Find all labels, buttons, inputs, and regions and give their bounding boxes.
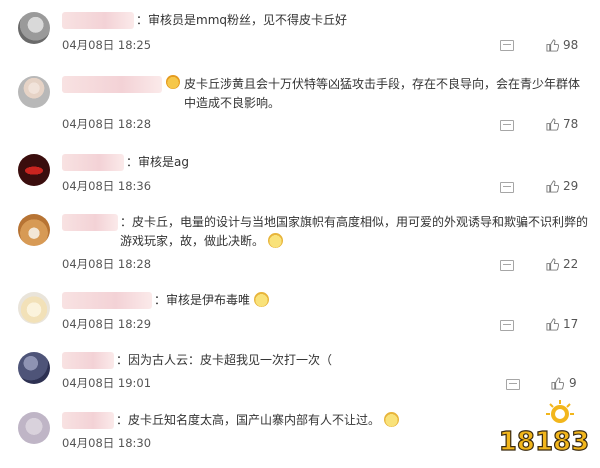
thumbs-up-icon[interactable] <box>546 39 559 52</box>
avatar[interactable] <box>18 12 50 44</box>
comment-icon[interactable] <box>500 320 514 331</box>
username-blurred[interactable] <box>62 214 118 231</box>
comment-text-body: ：审核是伊布毒唯 <box>154 293 251 307</box>
thumbs-up-icon[interactable] <box>551 377 564 390</box>
emoji-icon <box>384 412 400 427</box>
comment-date: 04月08日 18:25 <box>62 38 152 52</box>
username-blurred[interactable] <box>62 76 162 93</box>
like-count: 98 <box>563 38 579 52</box>
comment-date: 04月08日 18:30 <box>62 436 152 450</box>
avatar[interactable] <box>18 292 50 324</box>
comment-icon[interactable] <box>500 40 514 51</box>
watermark-logo: 18183 <box>498 400 590 458</box>
comment-date: 04月08日 19:01 <box>62 376 152 390</box>
avatar[interactable] <box>18 412 50 444</box>
thumbs-up-icon[interactable] <box>546 180 559 193</box>
username-blurred[interactable] <box>62 412 114 429</box>
comment-text: ：皮卡丘，电量的设计与当地国家旗帜有高度相似，用可爱的外观诱导和欺骗不识利弊的游… <box>120 213 590 251</box>
thumbs-up-icon[interactable] <box>546 118 559 131</box>
comment-date: 04月08日 18:28 <box>62 117 152 131</box>
comment-date: 04月08日 18:36 <box>62 179 152 193</box>
emoji-icon <box>254 292 270 307</box>
comment-icon[interactable] <box>500 120 514 131</box>
emoji-icon <box>166 75 180 89</box>
comment-text: ：因为古人云：皮卡超我见一次打一次（ <box>116 353 333 367</box>
comment-icon[interactable] <box>500 182 514 193</box>
like-count: 78 <box>563 117 579 131</box>
like-count: 17 <box>563 317 579 331</box>
comment-icon[interactable] <box>506 379 520 390</box>
avatar[interactable] <box>18 214 50 246</box>
comment-text: ：皮卡丘知名度太高，国产山寨内部有人不让过。 <box>116 411 446 430</box>
like-count: 29 <box>563 179 579 193</box>
username-blurred[interactable] <box>62 12 134 29</box>
comment-text-body: ：皮卡丘知名度太高，国产山寨内部有人不让过。 <box>116 413 381 427</box>
like-count: 9 <box>569 376 577 390</box>
like-count: 22 <box>563 257 579 271</box>
comment-text: ：审核员是mmq粉丝，见不得皮卡丘好 <box>136 13 347 27</box>
comment-text-body: ：皮卡丘，电量的设计与当地国家旗帜有高度相似，用可爱的外观诱导和欺骗不识利弊的游… <box>120 215 589 248</box>
username-blurred[interactable] <box>62 352 114 369</box>
username-blurred[interactable] <box>62 154 124 171</box>
thumbs-up-icon[interactable] <box>546 258 559 271</box>
comment-text: ：审核是ag <box>126 155 189 169</box>
comment-date: 04月08日 18:28 <box>62 257 152 271</box>
comment-text: ：审核是伊布毒唯 <box>154 291 454 310</box>
username-blurred[interactable] <box>62 292 152 309</box>
avatar[interactable] <box>18 352 50 384</box>
thumbs-up-icon[interactable] <box>546 318 559 331</box>
emoji-icon <box>268 233 284 248</box>
logo-text: 18183 <box>499 427 589 457</box>
comment-text: 皮卡丘涉黄且会十万伏特等凶猛攻击手段，存在不良导向，会在青少年群体中造成不良影响… <box>184 77 581 110</box>
comment-date: 04月08日 18:29 <box>62 317 152 331</box>
avatar[interactable] <box>18 154 50 186</box>
avatar[interactable] <box>18 76 50 108</box>
comment-icon[interactable] <box>500 260 514 271</box>
logo-burst <box>546 400 574 423</box>
